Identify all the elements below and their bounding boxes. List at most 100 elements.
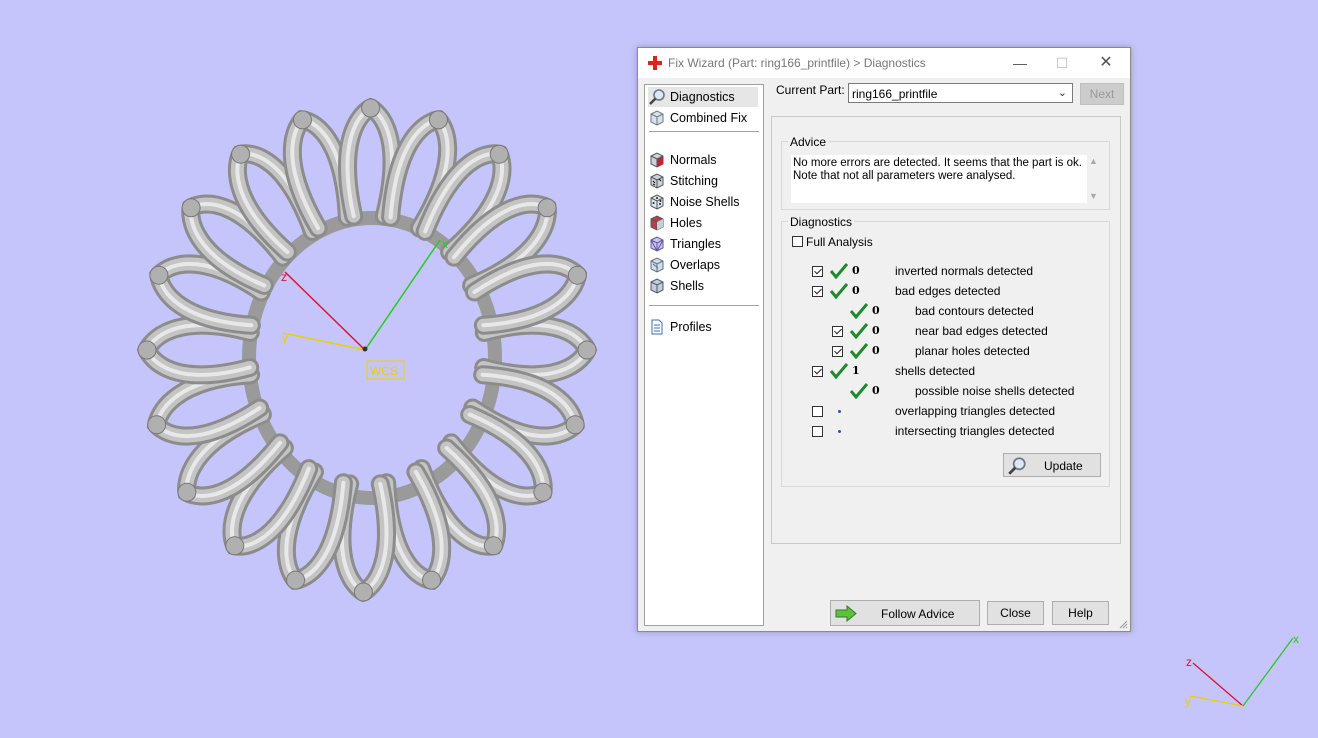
document-icon bbox=[651, 319, 663, 335]
check-icon bbox=[850, 343, 868, 359]
current-part-value: ring166_printfile bbox=[852, 87, 938, 101]
ring-loop-tip bbox=[149, 265, 169, 285]
advice-textbox[interactable]: No more errors are detected. It seems th… bbox=[791, 155, 1091, 203]
advice-scrollbar[interactable]: ▲ ▼ bbox=[1087, 154, 1101, 204]
dialog-title: Fix Wizard (Part: ring166_printfile) > D… bbox=[668, 56, 926, 70]
y-axis-label: y bbox=[282, 331, 288, 345]
full-analysis-checkbox[interactable] bbox=[792, 236, 803, 247]
view-triad: x z y bbox=[1185, 632, 1299, 708]
nav-item-profiles[interactable]: Profiles bbox=[648, 317, 758, 337]
nav-label-overlaps: Overlaps bbox=[670, 258, 721, 272]
row-checkbox[interactable] bbox=[812, 406, 823, 417]
triad-y-line bbox=[1189, 695, 1244, 707]
nav-label-combined-fix: Combined Fix bbox=[670, 111, 748, 125]
magnifier-icon bbox=[649, 89, 665, 105]
nav-label-diagnostics: Diagnostics bbox=[670, 90, 735, 104]
row-label: near bad edges detected bbox=[915, 324, 1048, 338]
advice-group: Advice No more errors are detected. It s… bbox=[781, 135, 1110, 210]
minimize-button[interactable]: — bbox=[998, 48, 1042, 78]
x-axis-line bbox=[364, 239, 441, 351]
wcs-label: WCS bbox=[370, 364, 398, 378]
next-button[interactable]: Next bbox=[1080, 83, 1124, 105]
ring-loop-tip bbox=[177, 482, 197, 502]
follow-advice-button[interactable]: Follow Advice bbox=[830, 600, 980, 626]
ring-loop-tip bbox=[292, 110, 312, 130]
row-checkbox[interactable] bbox=[832, 346, 843, 357]
check-icon bbox=[850, 383, 868, 399]
triangles-cube-icon bbox=[650, 236, 664, 252]
holes-cube-icon bbox=[650, 215, 664, 231]
help-button[interactable]: Help bbox=[1052, 601, 1109, 625]
advice-text-line1: No more errors are detected. It seems th… bbox=[793, 157, 1082, 169]
triad-x-label: x bbox=[1293, 632, 1299, 646]
ring-loop-tip bbox=[567, 265, 587, 285]
ring-loop-tip bbox=[137, 340, 157, 360]
z-axis-label: z bbox=[281, 270, 287, 284]
row-count: 1 bbox=[852, 364, 860, 377]
row-label: inverted normals detected bbox=[895, 264, 1034, 278]
nav-item-noise-shells[interactable]: Noise Shells bbox=[648, 192, 758, 212]
wcs-origin bbox=[362, 346, 368, 352]
nav-item-combined-fix[interactable]: Combined Fix bbox=[648, 108, 758, 128]
update-button[interactable]: Update bbox=[1003, 453, 1101, 477]
row-count: 0 bbox=[852, 284, 860, 297]
nav-item-normals[interactable]: Normals bbox=[648, 150, 758, 170]
ring-loop-tip bbox=[489, 144, 509, 164]
row-label: bad contours detected bbox=[915, 304, 1034, 318]
row-checkbox[interactable] bbox=[812, 366, 823, 377]
check-icon bbox=[850, 303, 868, 319]
close-button[interactable]: Close bbox=[987, 601, 1044, 625]
row-count: 0 bbox=[852, 264, 860, 277]
current-part-select[interactable]: ring166_printfile ⌄ bbox=[848, 83, 1073, 103]
nav-item-holes[interactable]: Holes bbox=[648, 213, 758, 233]
ring-loop-tip bbox=[565, 415, 585, 435]
chevron-down-icon: ⌄ bbox=[1057, 87, 1067, 99]
full-analysis-label: Full Analysis bbox=[806, 235, 873, 249]
row-count: 0 bbox=[872, 384, 880, 397]
resize-grip-icon[interactable] bbox=[1118, 619, 1128, 629]
follow-advice-label: Follow Advice bbox=[881, 607, 955, 621]
ring-loop-tip bbox=[361, 98, 381, 118]
current-part-label: Current Part: bbox=[776, 83, 845, 97]
row-checkbox[interactable] bbox=[812, 286, 823, 297]
update-label: Update bbox=[1044, 459, 1083, 473]
triad-z-label: z bbox=[1186, 655, 1192, 669]
triad-y-label: y bbox=[1185, 694, 1191, 708]
maximize-button[interactable]: ☐ bbox=[1040, 48, 1084, 78]
cube-icon bbox=[650, 110, 664, 126]
row-label: overlapping triangles detected bbox=[895, 404, 1056, 418]
shells-cube-icon bbox=[650, 278, 664, 294]
row-label: shells detected bbox=[895, 364, 976, 378]
nav-separator bbox=[649, 131, 759, 132]
ring-loop-tip bbox=[537, 198, 557, 218]
nav-item-triangles[interactable]: Triangles bbox=[648, 234, 758, 254]
pending-dot-icon bbox=[838, 430, 841, 433]
stitching-cube-icon bbox=[650, 173, 664, 189]
row-label: bad edges detected bbox=[895, 284, 1001, 298]
row-checkbox[interactable] bbox=[832, 326, 843, 337]
ring-loop-tip bbox=[483, 536, 503, 556]
row-count: 0 bbox=[872, 344, 880, 357]
nav-item-diagnostics[interactable]: Diagnostics bbox=[648, 87, 758, 107]
row-label: planar holes detected bbox=[915, 344, 1030, 358]
scroll-down-icon[interactable]: ▼ bbox=[1089, 191, 1098, 201]
nav-item-shells[interactable]: Shells bbox=[648, 276, 758, 296]
dice-icon bbox=[650, 194, 664, 210]
nav-label-normals: Normals bbox=[670, 153, 717, 167]
nav-item-overlaps[interactable]: Overlaps bbox=[648, 255, 758, 275]
check-icon bbox=[830, 363, 848, 379]
diagnostics-title: Diagnostics bbox=[788, 215, 855, 229]
fix-nav-list: Diagnostics Combined Fix Normals Stitchi… bbox=[644, 84, 764, 626]
row-checkbox[interactable] bbox=[812, 426, 823, 437]
magnifier-icon bbox=[1008, 457, 1026, 475]
ring-loop-tip bbox=[181, 198, 201, 218]
advice-text-line2: Note that not all parameters were analys… bbox=[793, 170, 1016, 182]
wcs-axes: x z y WCS bbox=[281, 237, 448, 380]
ring-loop-tip bbox=[286, 570, 306, 590]
row-checkbox[interactable] bbox=[812, 266, 823, 277]
close-window-button[interactable]: ✕ bbox=[1084, 48, 1128, 78]
check-icon bbox=[830, 283, 848, 299]
title-bar[interactable]: Fix Wizard (Part: ring166_printfile) > D… bbox=[638, 48, 1130, 78]
scroll-up-icon[interactable]: ▲ bbox=[1089, 156, 1098, 166]
nav-item-stitching[interactable]: Stitching bbox=[648, 171, 758, 191]
